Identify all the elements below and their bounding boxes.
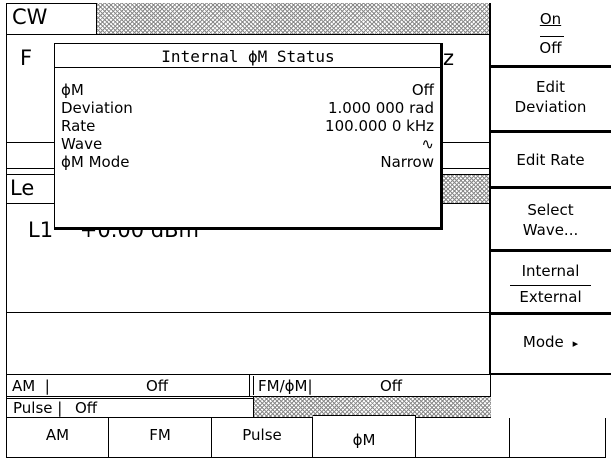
- popup-title: Internal ϕM Status: [161, 47, 335, 66]
- popup-row-label: Deviation: [61, 99, 133, 117]
- mode-hatch-area: [96, 3, 490, 34]
- select-wave-line2: Wave...: [522, 221, 579, 239]
- tab-fm-label: FM: [149, 426, 171, 444]
- select-wave-line1: Select: [527, 201, 574, 219]
- on-off-bottom-label: Off: [539, 39, 562, 57]
- select-wave-softkey[interactable]: Select Wave...: [489, 187, 611, 250]
- mode-softkey[interactable]: Mode ▸: [489, 313, 611, 375]
- tab-am-label: AM: [45, 426, 70, 444]
- popup-row-value: 100.000 0 kHz: [325, 117, 434, 135]
- mode-label-text: Mode: [522, 333, 564, 351]
- level-hatch-area: [436, 175, 490, 203]
- fm-status-box: FM/ϕM| Off: [249, 375, 491, 396]
- mode-softkey-label: Mode ▸: [490, 333, 611, 351]
- fm-status-value: Off: [380, 377, 403, 395]
- tab-am[interactable]: AM: [6, 418, 109, 458]
- am-status-label: AM |: [12, 377, 50, 395]
- softkey-column: On Off Edit Deviation Edit Rate Select W…: [489, 0, 611, 380]
- tab-pulse[interactable]: Pulse: [212, 418, 313, 458]
- status-row-2: Pulse | Off: [6, 396, 491, 418]
- edit-rate-label: Edit Rate: [516, 151, 585, 169]
- internal-phase-mod-status-popup: Internal ϕM Status ϕM Off Deviation 1.00…: [54, 43, 443, 230]
- tab-bar: AM FM Pulse ϕM: [6, 415, 606, 458]
- popup-row-label: ϕM: [61, 81, 84, 99]
- internal-label: Internal: [521, 262, 580, 280]
- pulse-status-value: Off: [75, 399, 98, 417]
- sine-wave-icon: ∿: [421, 135, 434, 153]
- am-status-value: Off: [146, 377, 169, 395]
- edit-deviation-line1: Edit: [535, 78, 566, 96]
- popup-row-deviation: Deviation 1.000 000 rad: [61, 99, 434, 117]
- tab-pulse-label: Pulse: [242, 426, 282, 444]
- popup-row-label: Rate: [61, 117, 96, 135]
- edit-rate-softkey[interactable]: Edit Rate: [489, 131, 611, 187]
- level-divider: [6, 312, 491, 313]
- tab-empty-5[interactable]: [416, 418, 510, 458]
- popup-row-label: ϕM Mode: [61, 153, 130, 171]
- frequency-unit-fragment: z: [443, 46, 455, 70]
- frequency-label: F: [20, 46, 33, 70]
- status-row-1: AM | Off FM/ϕM| Off: [6, 374, 491, 396]
- edit-deviation-line2: Deviation: [514, 98, 587, 116]
- popup-row-value: 1.000 000 rad: [328, 99, 434, 117]
- mode-indicator-row: CW: [6, 3, 491, 35]
- tab-empty-6[interactable]: [510, 418, 606, 458]
- internal-external-softkey[interactable]: Internal External: [489, 250, 611, 313]
- popup-row-value: Off: [411, 81, 434, 99]
- fm-status-label: FM/ϕM|: [258, 377, 313, 395]
- on-off-top-label: On: [539, 10, 562, 28]
- popup-title-bar: Internal ϕM Status: [55, 44, 441, 68]
- popup-row-value: Narrow: [380, 153, 434, 171]
- status-hatch-area: [253, 397, 491, 417]
- level-label: Le: [10, 176, 35, 200]
- popup-row-wave: Wave ∿: [61, 135, 434, 153]
- popup-row-label: Wave: [61, 135, 103, 153]
- popup-row-phasemod: ϕM Off: [61, 81, 434, 99]
- popup-row-rate: Rate 100.000 0 kHz: [61, 117, 434, 135]
- pulse-status-label: Pulse |: [13, 399, 63, 417]
- popup-row-mode: ϕM Mode Narrow: [61, 153, 434, 171]
- edit-deviation-softkey[interactable]: Edit Deviation: [489, 66, 611, 131]
- submenu-arrow-icon: ▸: [572, 337, 579, 350]
- mode-label: CW: [12, 5, 48, 29]
- tab-phase-mod-label: ϕM: [352, 431, 376, 449]
- external-label: External: [519, 288, 582, 306]
- on-off-softkey[interactable]: On Off: [489, 3, 611, 66]
- tab-phase-mod[interactable]: ϕM: [313, 415, 416, 458]
- tab-fm[interactable]: FM: [109, 418, 212, 458]
